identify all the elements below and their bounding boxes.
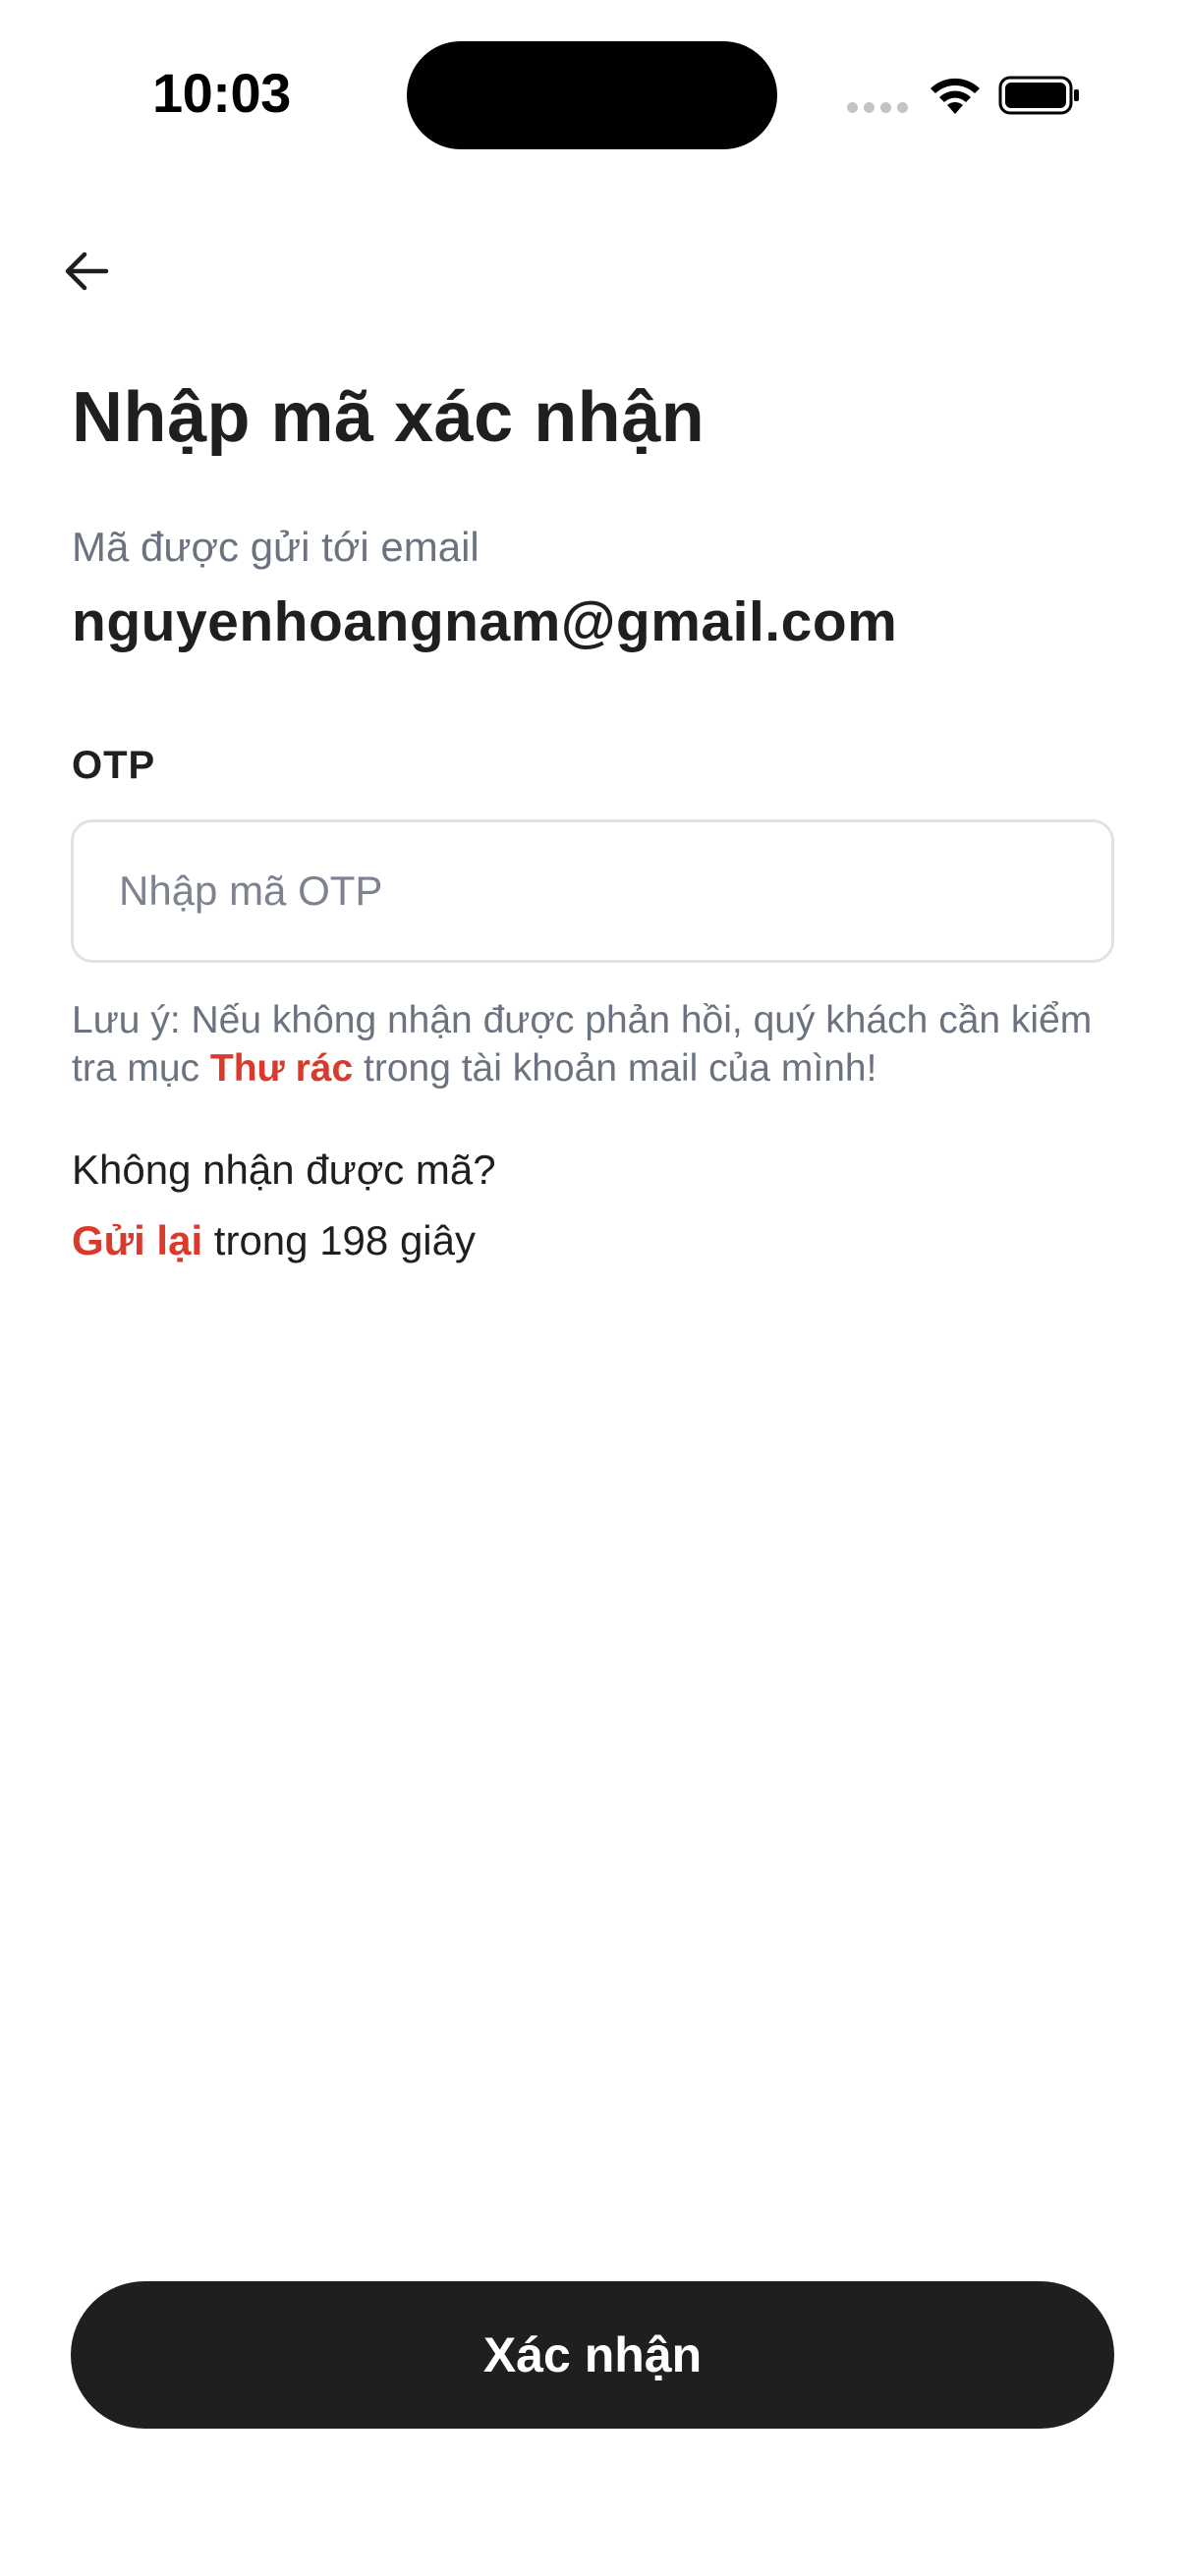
resend-link[interactable]: Gửi lại: [72, 1217, 202, 1263]
confirm-button[interactable]: Xác nhận: [71, 2281, 1114, 2429]
status-time: 10:03: [152, 62, 291, 124]
signal-dots-icon: [847, 102, 908, 113]
resend-line: Gửi lại trong 198 giây: [72, 1217, 476, 1264]
email-address: nguyenhoangnam@gmail.com: [72, 590, 898, 653]
page-title: Nhập mã xác nhận: [72, 378, 705, 457]
arrow-left-icon: [65, 252, 109, 291]
wifi-icon: [931, 78, 980, 114]
back-button[interactable]: [47, 232, 126, 310]
spam-note-suffix: trong tài khoản mail của mình!: [353, 1047, 877, 1090]
otp-input[interactable]: [71, 819, 1114, 963]
battery-icon: [998, 76, 1079, 115]
spam-folder-highlight: Thư rác: [209, 1047, 354, 1090]
dynamic-island: [407, 41, 777, 149]
otp-label: OTP: [72, 744, 156, 787]
no-code-question: Không nhận được mã?: [72, 1147, 496, 1193]
email-sent-label: Mã được gửi tới email: [72, 524, 480, 570]
otp-verification-screen: 10:03 Nhập mã xác nhận Mã được gửi tới e…: [0, 0, 1185, 2576]
resend-countdown: trong 198 giây: [202, 1217, 476, 1263]
spam-note: Lưu ý: Nếu không nhận được phản hồi, quý…: [72, 996, 1133, 1092]
